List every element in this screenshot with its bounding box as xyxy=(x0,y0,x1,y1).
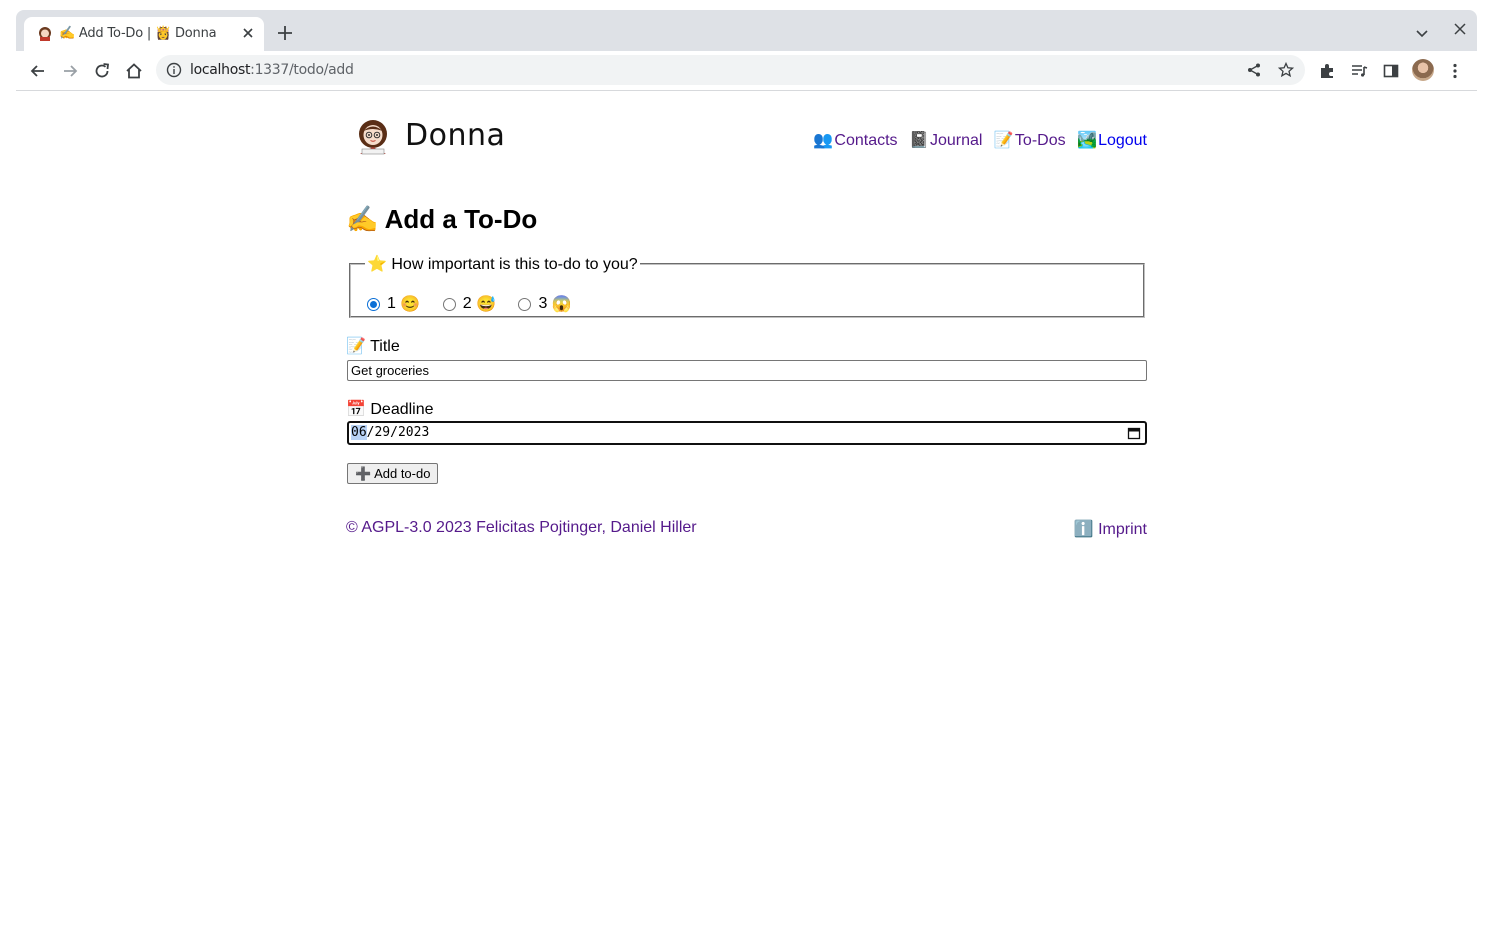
close-tab-icon[interactable] xyxy=(240,25,256,41)
contacts-icon: 👥 xyxy=(813,132,834,149)
sweat-smile-icon: 😅 xyxy=(476,296,497,313)
extensions-puzzle-icon[interactable] xyxy=(1318,62,1336,80)
nav-contacts[interactable]: 👥Contacts xyxy=(813,132,897,149)
browser-toolbar: localhost:1337/todo/add xyxy=(16,51,1477,91)
nav-todos-label: To-Dos xyxy=(1014,132,1066,149)
main-nav: 👥Contacts 📓Journal 📝To-Dos 🏞️Logout xyxy=(806,130,1147,150)
notebook-icon: 📓 xyxy=(908,132,929,149)
add-todo-label: ➕ Add to-do xyxy=(355,465,431,481)
title-label: 📝 Title xyxy=(346,338,400,355)
browser-window: ✍️ Add To-Do | 👸 Donna localhost:1337/to… xyxy=(16,10,1477,91)
add-todo-button[interactable]: ➕ Add to-do xyxy=(347,463,439,484)
deadline-input[interactable]: 06/29/2023 xyxy=(347,421,1147,445)
calendar-icon[interactable] xyxy=(1127,426,1141,440)
page-content: Donna 👥Contacts 📓Journal 📝To-Dos 🏞️Logou… xyxy=(346,91,1147,538)
more-menu-icon[interactable] xyxy=(1446,62,1464,80)
title-input-value: Get groceries xyxy=(351,363,430,378)
home-icon[interactable] xyxy=(124,61,144,81)
new-tab-icon[interactable] xyxy=(276,24,294,42)
forward-arrow-icon[interactable] xyxy=(60,61,80,81)
importance-value-2: 2 xyxy=(462,295,472,312)
footer: © AGPL-3.0 2023 Felicitas Pojtinger, Dan… xyxy=(346,519,1147,539)
deadline-label: 📅 Deadline xyxy=(346,401,434,418)
nav-contacts-label: Contacts xyxy=(834,132,898,149)
window-close-icon[interactable] xyxy=(1453,22,1467,36)
importance-fieldset: ⭐ How important is this to-do to you? 1 … xyxy=(349,254,1145,318)
side-panel-icon[interactable] xyxy=(1382,62,1400,80)
importance-radio-1[interactable] xyxy=(367,297,380,311)
bookmark-star-icon[interactable] xyxy=(1278,62,1294,78)
active-tab[interactable]: ✍️ Add To-Do | 👸 Donna xyxy=(24,17,264,51)
landscape-icon: 🏞️ xyxy=(1077,132,1097,149)
nav-logout[interactable]: 🏞️Logout xyxy=(1077,132,1147,149)
importance-legend: ⭐ How important is this to-do to you? xyxy=(367,256,638,273)
memo-icon: 📝 xyxy=(993,132,1014,149)
media-queue-icon[interactable] xyxy=(1350,62,1368,80)
page-title: ✍️ Add a To-Do xyxy=(346,204,538,234)
importance-value-1: 1 xyxy=(387,295,396,312)
site-header: Donna 👥Contacts 📓Journal 📝To-Dos 🏞️Logou… xyxy=(346,91,1147,191)
url-host: localhost xyxy=(190,62,251,78)
reload-icon[interactable] xyxy=(92,61,112,81)
nav-todos[interactable]: 📝To-Dos xyxy=(994,132,1066,149)
deadline-day-year[interactable]: /29/2023 xyxy=(367,425,430,440)
scream-icon: 😱 xyxy=(551,296,572,313)
url-text[interactable]: localhost:1337/todo/add xyxy=(190,62,354,78)
importance-option-3[interactable]: 3 😱 xyxy=(518,294,572,314)
importance-option-1[interactable]: 1 😊 xyxy=(367,294,420,314)
nav-journal-label: Journal xyxy=(929,132,983,149)
imprint-link[interactable]: ℹ️ Imprint xyxy=(1074,519,1147,539)
donna-favicon-icon xyxy=(39,27,51,41)
brand-name[interactable]: Donna xyxy=(405,118,505,153)
copyright-link[interactable]: © AGPL-3.0 2023 Felicitas Pojtinger, Dan… xyxy=(346,519,697,536)
chevron-down-icon[interactable] xyxy=(1414,25,1430,41)
back-arrow-icon[interactable] xyxy=(28,61,48,81)
url-path: :1337/todo/add xyxy=(250,62,354,78)
nav-journal[interactable]: 📓Journal xyxy=(909,132,982,149)
address-bar[interactable]: localhost:1337/todo/add xyxy=(156,55,1305,85)
info-icon[interactable] xyxy=(166,62,182,78)
importance-option-2[interactable]: 2 😅 xyxy=(442,294,497,314)
tab-title: ✍️ Add To-Do | 👸 Donna xyxy=(59,26,217,41)
deadline-month[interactable]: 06 xyxy=(351,425,367,440)
importance-radio-2[interactable] xyxy=(442,297,456,311)
importance-options: 1 😊 2 😅 3 😱 xyxy=(367,294,590,316)
smile-icon: 😊 xyxy=(400,296,421,313)
nav-logout-label: Logout xyxy=(1098,132,1147,149)
importance-radio-3[interactable] xyxy=(518,297,532,311)
profile-avatar[interactable] xyxy=(1412,59,1434,81)
share-icon[interactable] xyxy=(1246,62,1262,78)
importance-value-3: 3 xyxy=(538,295,548,312)
tab-strip: ✍️ Add To-Do | 👸 Donna xyxy=(16,10,1477,51)
title-input[interactable]: Get groceries xyxy=(347,360,1147,381)
donna-logo-icon[interactable] xyxy=(354,118,392,156)
